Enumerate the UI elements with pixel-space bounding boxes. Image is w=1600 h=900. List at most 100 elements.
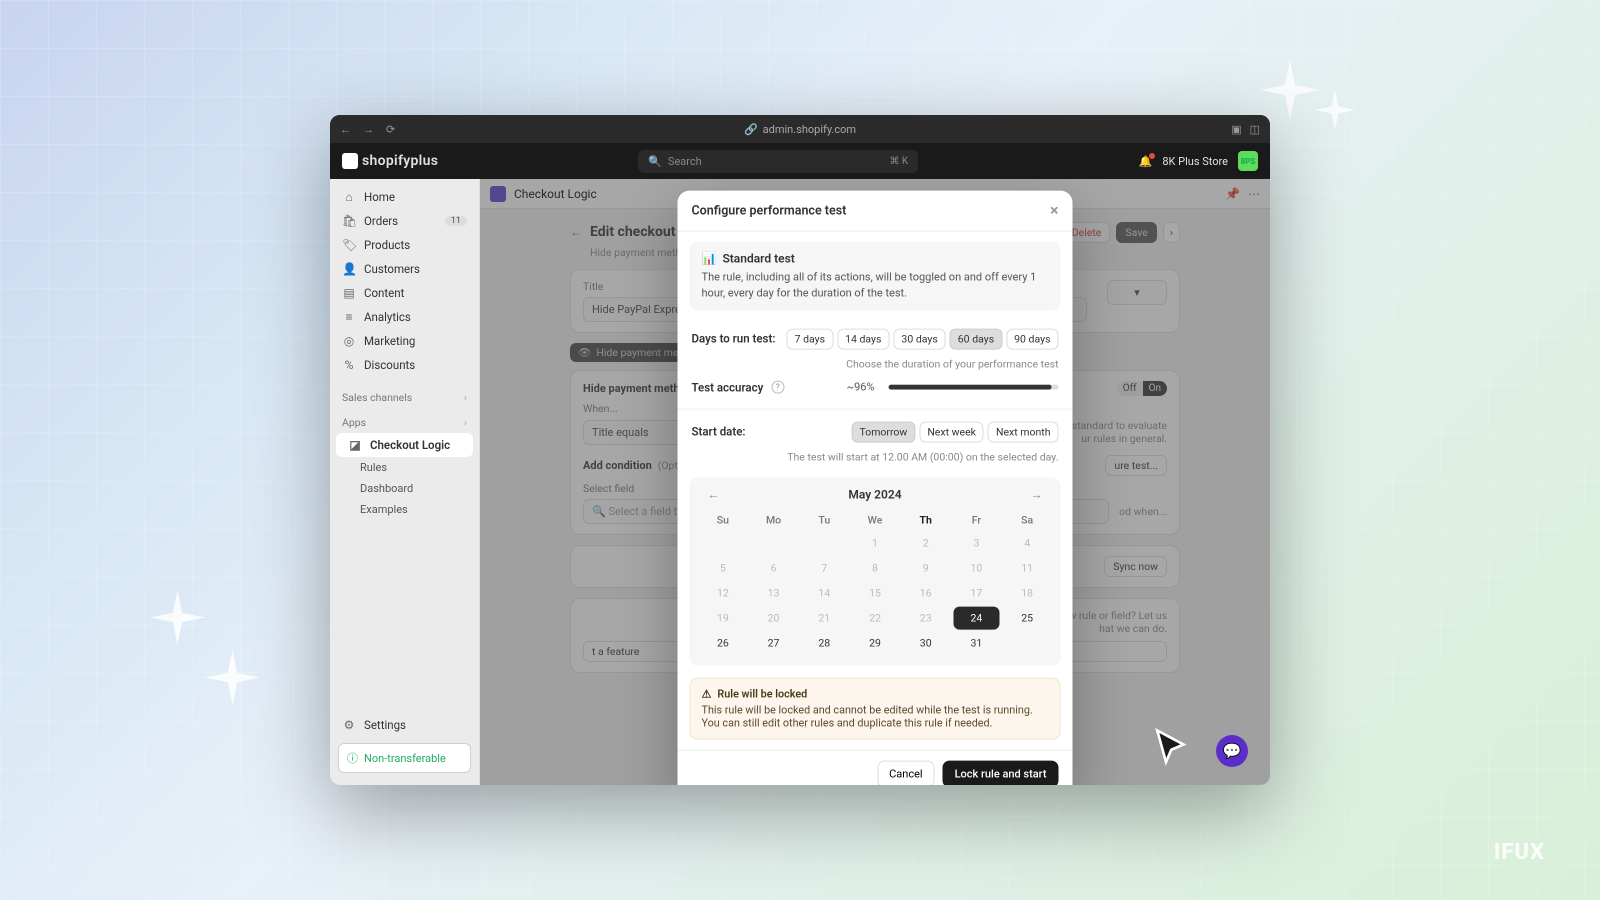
- cal-day: [1004, 632, 1051, 655]
- cal-day[interactable]: 17: [953, 582, 1000, 605]
- cal-day-header: Sa: [1002, 510, 1053, 531]
- store-name[interactable]: 8K Plus Store: [1162, 155, 1228, 168]
- cal-day[interactable]: 30: [902, 632, 949, 655]
- cal-day[interactable]: 26: [700, 632, 747, 655]
- cal-day-header: Fr: [951, 510, 1002, 531]
- sidebar-settings[interactable]: ⚙Settings: [330, 713, 479, 737]
- cal-day[interactable]: 25: [1004, 607, 1051, 630]
- cal-day[interactable]: 15: [852, 582, 899, 605]
- sidebar-item-orders[interactable]: 🛍Orders11: [330, 209, 479, 233]
- cal-day[interactable]: 9: [902, 557, 949, 580]
- avatar[interactable]: 8PS: [1238, 151, 1258, 171]
- calendar: ← May 2024 → SuMoTuWeThFrSa1234567891011…: [690, 478, 1061, 666]
- cal-day-header: Tu: [799, 510, 850, 531]
- cal-day[interactable]: 27: [750, 632, 797, 655]
- extension-icon[interactable]: ▣: [1231, 123, 1241, 136]
- cal-day[interactable]: 10: [953, 557, 1000, 580]
- sidebar-sub-rules[interactable]: Rules: [330, 457, 479, 478]
- lock-and-start-button[interactable]: Lock rule and start: [943, 761, 1059, 786]
- days-option[interactable]: 30 days: [893, 329, 945, 350]
- nav-forward-icon[interactable]: →: [363, 123, 374, 136]
- sidebar-app-checkout-logic[interactable]: ◪Checkout Logic: [336, 433, 473, 457]
- nav-back-icon[interactable]: ←: [340, 123, 351, 136]
- cal-day[interactable]: 6: [750, 557, 797, 580]
- cal-day[interactable]: 28: [801, 632, 848, 655]
- cal-day[interactable]: 3: [953, 532, 1000, 555]
- cal-day[interactable]: 11: [1004, 557, 1051, 580]
- sidebar-icon[interactable]: ◫: [1250, 123, 1260, 136]
- cal-day-header: Su: [698, 510, 749, 531]
- chart-icon: 📊: [702, 252, 717, 266]
- sidebar-item-marketing[interactable]: ◎Marketing: [330, 329, 479, 353]
- accuracy-label: Test accuracy: [692, 381, 764, 395]
- browser-titlebar: ← → ⟳ 🔗 admin.shopify.com ▣ ◫: [330, 115, 1270, 143]
- sidebar-item-discounts[interactable]: %Discounts: [330, 353, 479, 377]
- cal-day[interactable]: 19: [700, 607, 747, 630]
- cal-day[interactable]: 12: [700, 582, 747, 605]
- days-segment: 7 days14 days30 days60 days90 days: [787, 329, 1059, 350]
- standard-test-desc: The rule, including all of its actions, …: [702, 270, 1049, 301]
- chat-fab[interactable]: 💬: [1216, 735, 1248, 767]
- sidebar-item-analytics[interactable]: ≡Analytics: [330, 305, 479, 329]
- url-text: admin.shopify.com: [763, 123, 856, 136]
- sidebar-apps-head[interactable]: Apps›: [330, 408, 479, 433]
- cal-day[interactable]: 14: [801, 582, 848, 605]
- help-icon[interactable]: ?: [771, 381, 784, 394]
- cal-day[interactable]: 29: [852, 632, 899, 655]
- nav-icon: 👤: [342, 262, 356, 276]
- cal-day[interactable]: 4: [1004, 532, 1051, 555]
- sidebar-item-customers[interactable]: 👤Customers: [330, 257, 479, 281]
- browser-window: ← → ⟳ 🔗 admin.shopify.com ▣ ◫ shopifyplu…: [330, 115, 1270, 785]
- days-option[interactable]: 90 days: [1006, 329, 1058, 350]
- accuracy-value: ~96%: [847, 381, 875, 394]
- cal-day[interactable]: 24: [953, 607, 1000, 630]
- cal-prev-icon[interactable]: ←: [702, 486, 726, 504]
- notifications-icon[interactable]: 🔔: [1139, 155, 1153, 168]
- sidebar-channels-head[interactable]: Sales channels›: [330, 383, 479, 408]
- start-help: The test will start at 12.00 AM (00:00) …: [678, 451, 1073, 470]
- info-icon: ⓘ: [347, 750, 358, 766]
- cal-day-header: Th: [900, 510, 951, 531]
- cal-day[interactable]: 8: [852, 557, 899, 580]
- sidebar-item-content[interactable]: ▤Content: [330, 281, 479, 305]
- sidebar: ⌂Home🛍Orders11🏷Products👤Customers▤Conten…: [330, 179, 480, 785]
- url-display: 🔗 admin.shopify.com: [744, 123, 856, 136]
- sidebar-sub-dashboard[interactable]: Dashboard: [330, 478, 479, 499]
- cal-day[interactable]: 5: [700, 557, 747, 580]
- cal-day[interactable]: 16: [902, 582, 949, 605]
- standard-test-box: 📊Standard test The rule, including all o…: [690, 242, 1061, 311]
- cal-day[interactable]: 2: [902, 532, 949, 555]
- sidebar-item-products[interactable]: 🏷Products: [330, 233, 479, 257]
- warning-body: This rule will be locked and cannot be e…: [702, 704, 1049, 730]
- modal-title: Configure performance test: [692, 203, 847, 218]
- days-help: Choose the duration of your performance …: [678, 358, 1073, 377]
- cal-day[interactable]: 13: [750, 582, 797, 605]
- cal-day[interactable]: 7: [801, 557, 848, 580]
- close-icon[interactable]: ×: [1050, 203, 1059, 219]
- cal-day[interactable]: 31: [953, 632, 1000, 655]
- nav-reload-icon[interactable]: ⟳: [386, 123, 395, 136]
- cancel-button[interactable]: Cancel: [877, 761, 934, 786]
- cal-day[interactable]: 20: [750, 607, 797, 630]
- cal-day[interactable]: 18: [1004, 582, 1051, 605]
- start-option[interactable]: Tomorrow: [851, 422, 915, 443]
- sidebar-sub-examples[interactable]: Examples: [330, 499, 479, 520]
- cal-day[interactable]: 21: [801, 607, 848, 630]
- cal-next-icon[interactable]: →: [1025, 486, 1049, 504]
- sidebar-item-home[interactable]: ⌂Home: [330, 185, 479, 209]
- start-option[interactable]: Next week: [919, 422, 984, 443]
- start-option[interactable]: Next month: [988, 422, 1059, 443]
- cal-day[interactable]: 23: [902, 607, 949, 630]
- days-option[interactable]: 7 days: [787, 329, 833, 350]
- sidebar-subnav: RulesDashboardExamples: [330, 457, 479, 520]
- cal-day[interactable]: 1: [852, 532, 899, 555]
- cal-day[interactable]: 22: [852, 607, 899, 630]
- cal-day-header: We: [850, 510, 901, 531]
- calendar-grid: SuMoTuWeThFrSa12345678910111213141516171…: [698, 510, 1053, 656]
- nav-icon: 🏷: [342, 238, 356, 252]
- days-option[interactable]: 14 days: [837, 329, 889, 350]
- main-content: Checkout Logic 📌⋯ ← Edit checkout rule A…: [480, 179, 1270, 785]
- search-kbd: ⌘ K: [889, 156, 908, 167]
- days-option[interactable]: 60 days: [950, 329, 1002, 350]
- search-input[interactable]: 🔍 Search ⌘ K: [638, 150, 918, 173]
